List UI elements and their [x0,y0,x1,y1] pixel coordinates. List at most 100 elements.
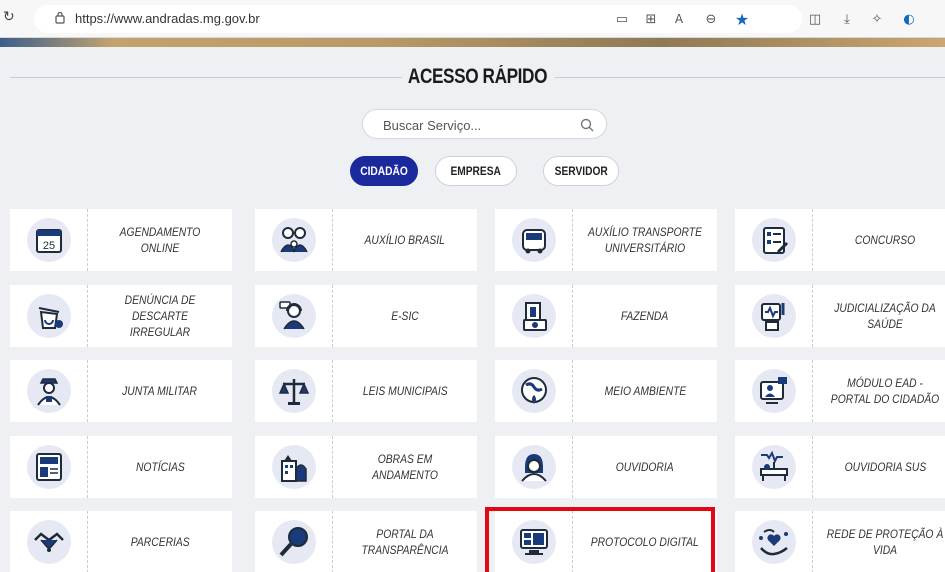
service-card[interactable]: JUNTA MILITAR [10,360,232,422]
service-icon-cell [495,209,573,271]
service-label: JUNTA MILITAR [122,384,198,398]
service-label-cell: OUVIDORIA SUS [813,436,945,498]
browser-toolbar: ↻ https://www.andradas.mg.gov.br ▭ ⊞ A ⊖… [0,0,945,38]
service-label-cell: PARCERIAS [88,511,232,572]
reading-view-icon[interactable]: ▭ [611,8,633,30]
service-label: REDE DE PROTEÇÃO À VIDA [826,527,944,557]
read-aloud-icon[interactable]: A [668,8,690,30]
service-label: JUDICIALIZAÇÃO DA SAÚDE [834,301,936,331]
search-icon[interactable] [580,118,594,132]
calendar-icon: 25 [26,218,71,262]
service-label: FAZENDA [621,309,669,323]
service-icon-cell [735,285,813,347]
section-title: ACESSO RÁPIDO [407,65,548,88]
service-label-cell: OUVIDORIA [573,436,717,498]
service-icon-cell [735,436,813,498]
service-icon-cell [735,511,813,572]
bus-icon [511,218,556,262]
service-card[interactable]: OBRAS EM ANDAMENTO [255,436,477,498]
handshake-icon [26,520,71,564]
service-label: NOTÍCIAS [135,460,185,474]
service-card[interactable]: JUDICIALIZAÇÃO DA SAÚDE [735,285,945,347]
service-icon-cell [735,360,813,422]
service-label-cell: JUNTA MILITAR [88,360,232,422]
edge-copilot-icon[interactable]: ◐ [898,8,920,30]
service-label: CONCURSO [854,233,916,247]
audience-tabs: CIDADÃO EMPRESA SERVIDOR [10,156,945,186]
service-label: PROTOCOLO DIGITAL [590,535,699,549]
service-icon-cell [255,360,333,422]
tab-empresa[interactable]: EMPRESA [435,156,517,186]
extensions-icon[interactable]: ✧ [866,8,888,30]
service-icon-cell [495,436,573,498]
money-documents-icon [511,294,556,338]
service-card[interactable]: OUVIDORIA [495,436,717,498]
service-card[interactable]: MÓDULO EAD - PORTAL DO CIDADÃO [735,360,945,422]
split-screen-icon[interactable]: ◫ [804,8,826,30]
trash-recycle-icon [26,294,71,338]
service-label-cell: PORTAL DA TRANSPARÊNCIA [333,511,477,572]
service-card[interactable]: 25 AGENDAMENTO ONLINE [10,209,232,271]
computer-protocol-icon [511,520,556,564]
service-card[interactable]: PORTAL DA TRANSPARÊNCIA [255,511,477,572]
hospital-bed-icon [751,445,796,489]
service-label: PARCERIAS [130,535,190,549]
service-card[interactable]: PROTOCOLO DIGITAL [495,511,717,572]
search-input[interactable] [383,116,573,134]
service-label: LEIS MUNICIPAIS [362,384,448,398]
service-card[interactable]: AUXÍLIO BRASIL [255,209,477,271]
service-card[interactable]: AUXÍLIO TRANSPORTE UNIVERSITÁRIO [495,209,717,271]
service-card[interactable]: DENÚNCIA DE DESCARTE IRREGULAR [10,285,232,347]
service-card[interactable]: NOTÍCIAS [10,436,232,498]
service-label: OUVIDORIA SUS [844,460,926,474]
downloads-icon[interactable]: ⤓ [836,8,858,30]
heart-hands-icon [751,520,796,564]
favorite-star-icon[interactable]: ★ [731,8,753,30]
service-label: PORTAL DA TRANSPARÊNCIA [361,527,449,557]
newspaper-icon [26,445,71,489]
zoom-out-icon[interactable]: ⊖ [700,8,722,30]
tab-cidadao[interactable]: CIDADÃO [350,156,418,186]
service-card[interactable]: FAZENDA [495,285,717,347]
scales-icon [271,369,316,413]
lock-icon[interactable] [55,11,65,24]
health-monitor-icon [751,294,796,338]
apps-grid-icon[interactable]: ⊞ [640,8,662,30]
service-label-cell: CONCURSO [813,209,945,271]
page-content: ACESSO RÁPIDO CIDADÃO EMPRESA SERVIDOR 2… [10,47,945,572]
service-card[interactable]: REDE DE PROTEÇÃO À VIDA [735,511,945,572]
service-label: OUVIDORIA [616,460,674,474]
service-icon-cell [10,285,88,347]
magnifier-icon [271,520,316,564]
service-label: MEIO AMBIENTE [604,384,686,398]
service-label-cell: PROTOCOLO DIGITAL [573,511,717,572]
hero-banner-strip [0,38,945,47]
service-label-cell: OBRAS EM ANDAMENTO [333,436,477,498]
exam-checklist-icon [751,218,796,262]
search-box[interactable] [362,109,607,139]
service-card[interactable]: E-SIC [255,285,477,347]
tab-servidor[interactable]: SERVIDOR [543,156,619,186]
svg-text:25: 25 [42,240,54,252]
url-text[interactable]: https://www.andradas.mg.gov.br [75,11,260,26]
service-icon-cell: 25 [10,209,88,271]
service-label: AUXÍLIO TRANSPORTE UNIVERSITÁRIO [588,225,702,255]
service-label: AUXÍLIO BRASIL [364,233,446,247]
service-label: AGENDAMENTO ONLINE [119,225,201,255]
service-card[interactable]: CONCURSO [735,209,945,271]
service-card[interactable]: PARCERIAS [10,511,232,572]
service-card[interactable]: MEIO AMBIENTE [495,360,717,422]
service-card[interactable]: OUVIDORIA SUS [735,436,945,498]
earth-plant-icon [511,369,556,413]
service-icon-cell [10,436,88,498]
back-arrow-icon[interactable]: ↻ [3,9,15,25]
listener-woman-icon [511,445,556,489]
service-icon-cell [495,511,573,572]
service-icon-cell [255,436,333,498]
service-label-cell: DENÚNCIA DE DESCARTE IRREGULAR [88,285,232,347]
service-card[interactable]: LEIS MUNICIPAIS [255,360,477,422]
service-icon-cell [255,285,333,347]
service-icon-cell [10,360,88,422]
service-icon-cell [495,285,573,347]
service-icon-cell [10,511,88,572]
